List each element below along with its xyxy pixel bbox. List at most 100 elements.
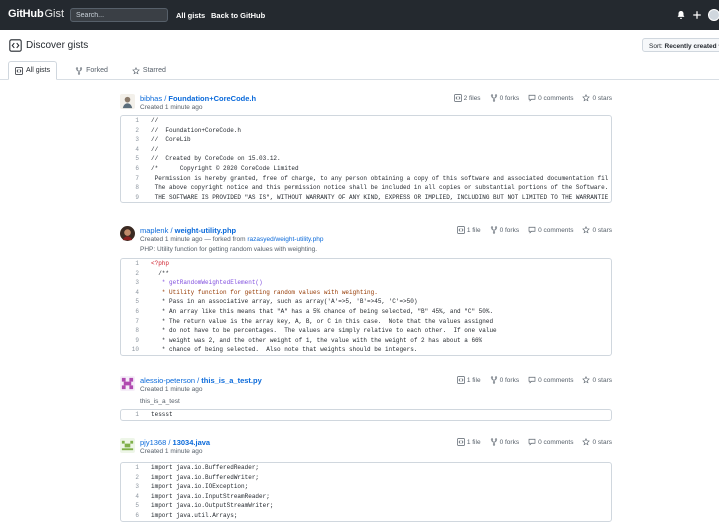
sort-dropdown[interactable]: Sort: Recently created ▾ xyxy=(642,38,719,52)
forks-stat[interactable]: 0 forks xyxy=(490,226,519,234)
code-line: 8 The above copyright notice and this pe… xyxy=(121,183,611,193)
code-preview[interactable]: 1 tessst xyxy=(120,409,612,421)
gist-description: PHP: Utility function for getting random… xyxy=(140,246,318,253)
stars-count: 0 stars xyxy=(592,438,612,446)
plus-icon[interactable] xyxy=(692,10,702,20)
tab-all-gists[interactable]: All gists xyxy=(8,61,58,80)
code-text: * Utility function for getting random va… xyxy=(151,288,378,296)
gist-created: Created 1 minute ago xyxy=(140,236,203,243)
code-preview[interactable]: 1 <?php 2 /** 3 * getRandomWeightedElemen… xyxy=(120,258,612,356)
code-line: 7 * The return value is the array key, A… xyxy=(121,317,611,327)
comments-stat[interactable]: 0 comments xyxy=(528,94,573,102)
code-text: /* Copyright © 2020 CoreCode Limited xyxy=(151,164,299,172)
line-number: 5 xyxy=(135,155,139,163)
comments-count: 0 comments xyxy=(538,94,574,102)
gist-title-link[interactable]: pjy1368 / 13034.java xyxy=(140,438,210,447)
tab-label: All gists xyxy=(26,67,51,74)
gist-created-line: Created 1 minute ago — forked from razas… xyxy=(140,236,323,243)
gist-owner[interactable]: maplenk xyxy=(140,226,168,235)
forks-stat[interactable]: 0 forks xyxy=(490,376,520,384)
line-number: 1 xyxy=(135,260,139,267)
avatar[interactable] xyxy=(120,376,135,391)
notification-bell-icon[interactable] xyxy=(676,10,686,20)
nav-all-gists[interactable]: All gists xyxy=(176,11,205,20)
avatar[interactable] xyxy=(120,438,135,453)
star-icon xyxy=(582,226,591,234)
code-preview[interactable]: 1 // 2 // Foundation+CoreCode.h 3 // CoreLi… xyxy=(120,115,612,204)
line-number: 8 xyxy=(135,327,139,335)
code-line: 2 /** xyxy=(121,269,611,279)
gist-filename[interactable]: Foundation+CoreCode.h xyxy=(168,94,256,103)
star-icon xyxy=(582,94,591,102)
comments-stat[interactable]: 0 comments xyxy=(528,438,573,446)
line-number: 6 xyxy=(135,164,139,172)
code-preview[interactable]: 1 import java.io.BufferedReader; 2 import … xyxy=(120,462,612,522)
code-text: * The return value is the array key, A, … xyxy=(151,317,494,325)
comments-stat[interactable]: 0 comments xyxy=(528,376,573,384)
code-line: 2 import java.io.BufferedWriter; xyxy=(121,473,611,483)
code-text: // xyxy=(151,145,159,153)
sort-label: Sort: xyxy=(649,43,663,50)
stars-stat[interactable]: 0 stars xyxy=(582,438,612,446)
gist-filename[interactable]: weight-utility.php xyxy=(175,226,237,235)
gist-logo[interactable]: GitHub Gist xyxy=(8,8,64,20)
line-number: 1 xyxy=(135,464,139,471)
stars-stat[interactable]: 0 stars xyxy=(582,226,612,234)
tab-label: Forked xyxy=(86,67,108,74)
line-number: 3 xyxy=(135,136,139,144)
tab-starred[interactable]: Starred xyxy=(126,61,172,80)
stars-stat[interactable]: 0 stars xyxy=(582,376,612,384)
code-text: import java.io.BufferedReader; xyxy=(151,464,260,471)
search-input[interactable] xyxy=(70,8,168,22)
gist-created: Created 1 minute ago xyxy=(140,448,203,455)
code-square-icon xyxy=(456,376,465,384)
tab-forked[interactable]: Forked xyxy=(69,61,114,80)
code-text: import java.io.BufferedWriter; xyxy=(151,473,260,481)
line-number: 4 xyxy=(135,288,139,296)
gist-title-link[interactable]: alessio-peterson / this_is_a_test.py xyxy=(140,376,262,385)
gist-filename[interactable]: this_is_a_test.py xyxy=(201,376,261,385)
line-number: 2 xyxy=(135,269,139,277)
comment-icon xyxy=(528,376,536,384)
code-square-icon xyxy=(456,438,465,446)
avatar[interactable] xyxy=(120,94,135,109)
gist-filename[interactable]: 13034.java xyxy=(173,438,211,447)
nav-back-to-github[interactable]: Back to GitHub xyxy=(211,11,265,20)
stars-count: 0 stars xyxy=(592,94,612,102)
gist-stats: 1 file 0 forks 0 comments 0 stars xyxy=(448,226,612,234)
line-number: 2 xyxy=(135,126,139,134)
code-text: // Created by CoreCode on 15.03.12. xyxy=(151,155,281,163)
forks-count: 0 forks xyxy=(499,94,520,102)
gist-owner[interactable]: alessio-peterson xyxy=(140,376,195,385)
comments-stat[interactable]: 0 comments xyxy=(528,226,573,234)
files-count: 1 file xyxy=(466,226,481,234)
gist-item: bibhas / Foundation+CoreCode.h Created 1… xyxy=(120,94,612,214)
comment-icon xyxy=(528,438,536,446)
avatar[interactable] xyxy=(120,226,135,241)
line-number: 2 xyxy=(135,473,139,481)
code-text: tessst xyxy=(151,411,173,418)
code-square-icon xyxy=(453,94,462,102)
gist-title-link[interactable]: maplenk / weight-utility.php xyxy=(140,226,236,235)
code-line: 5 * Pass in an associative array, such a… xyxy=(121,297,611,307)
forked-from-link[interactable]: razasyed/weight-utility.php xyxy=(247,236,323,243)
files-stat[interactable]: 1 file xyxy=(456,376,481,384)
user-avatar-menu[interactable] xyxy=(708,9,719,21)
forks-stat[interactable]: 0 forks xyxy=(490,438,519,446)
gist-owner[interactable]: bibhas xyxy=(140,94,162,103)
files-stat[interactable]: 1 file xyxy=(456,438,481,446)
forks-stat[interactable]: 0 forks xyxy=(490,94,520,102)
gist-owner[interactable]: pjy1368 xyxy=(140,438,166,447)
forks-count: 0 forks xyxy=(499,376,520,384)
line-number: 3 xyxy=(135,279,139,287)
gist-item: pjy1368 / 13034.java Created 1 minute ag… xyxy=(120,438,612,523)
code-text: // Foundation+CoreCode.h xyxy=(151,126,242,134)
files-stat[interactable]: 1 file xyxy=(456,226,481,234)
code-line: 4 import java.io.InputStreamReader; xyxy=(121,492,611,502)
stars-stat[interactable]: 0 stars xyxy=(582,94,612,102)
gist-title-link[interactable]: bibhas / Foundation+CoreCode.h xyxy=(140,94,256,103)
code-line: 5 import java.io.OutputStreamWriter; xyxy=(121,501,611,511)
code-text: /** xyxy=(151,269,170,277)
files-stat[interactable]: 2 files xyxy=(453,94,481,102)
code-line: 1 tessst xyxy=(121,410,611,420)
